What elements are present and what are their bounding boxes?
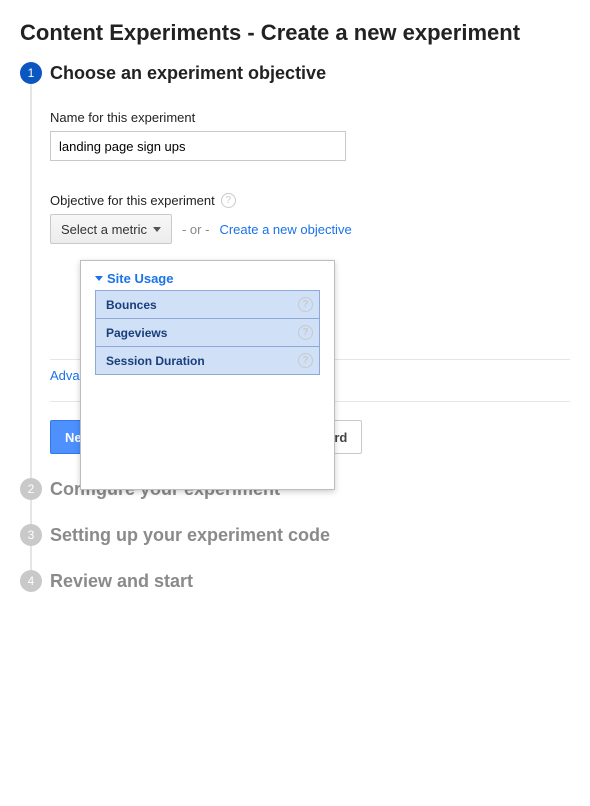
objective-label: Objective for this experiment ? [50,193,570,208]
objective-label-text: Objective for this experiment [50,193,215,208]
dropdown-item-label: Session Duration [106,354,205,368]
create-objective-link[interactable]: Create a new objective [219,222,351,237]
objective-row: Select a metric - or - Create a new obje… [50,214,570,244]
step-1-title: Choose an experiment objective [50,62,570,84]
metric-select-button[interactable]: Select a metric [50,214,172,244]
step-4-title: Review and start [50,570,570,592]
dropdown-item-label: Bounces [106,298,157,312]
chevron-down-icon [153,227,161,232]
step-2-number: 2 [20,478,42,500]
dropdown-item-bounces[interactable]: Bounces ? [96,291,319,319]
dropdown-item-label: Pageviews [106,326,167,340]
step-1-body: Name for this experiment Objective for t… [50,84,570,454]
wizard-steps: 1 Choose an experiment objective Name fo… [20,62,570,592]
dropdown-group-header[interactable]: Site Usage [95,271,320,286]
step-3-title: Setting up your experiment code [50,524,570,546]
step-1: 1 Choose an experiment objective Name fo… [50,62,570,478]
dropdown-items: Bounces ? Pageviews ? Session Duration ? [95,290,320,375]
page-title: Content Experiments - Create a new exper… [20,20,570,46]
dropdown-item-pageviews[interactable]: Pageviews ? [96,319,319,347]
chevron-down-icon [95,276,103,281]
step-3-number: 3 [20,524,42,546]
experiment-name-input[interactable] [50,131,346,161]
name-label: Name for this experiment [50,110,570,125]
step-3[interactable]: 3 Setting up your experiment code [50,524,570,570]
dropdown-group-label: Site Usage [107,271,173,286]
help-icon[interactable]: ? [298,353,313,368]
step-4-number: 4 [20,570,42,592]
help-icon[interactable]: ? [221,193,236,208]
help-icon[interactable]: ? [298,325,313,340]
step-1-number: 1 [20,62,42,84]
obscured-text-fragment: ges [302,280,570,295]
dropdown-item-session-duration[interactable]: Session Duration ? [96,347,319,375]
metric-dropdown-panel: Site Usage Bounces ? Pageviews ? Session… [80,260,335,490]
metric-select-label: Select a metric [61,222,147,237]
or-separator: - or - [182,222,209,237]
help-icon[interactable]: ? [298,297,313,312]
step-4[interactable]: 4 Review and start [50,570,570,592]
